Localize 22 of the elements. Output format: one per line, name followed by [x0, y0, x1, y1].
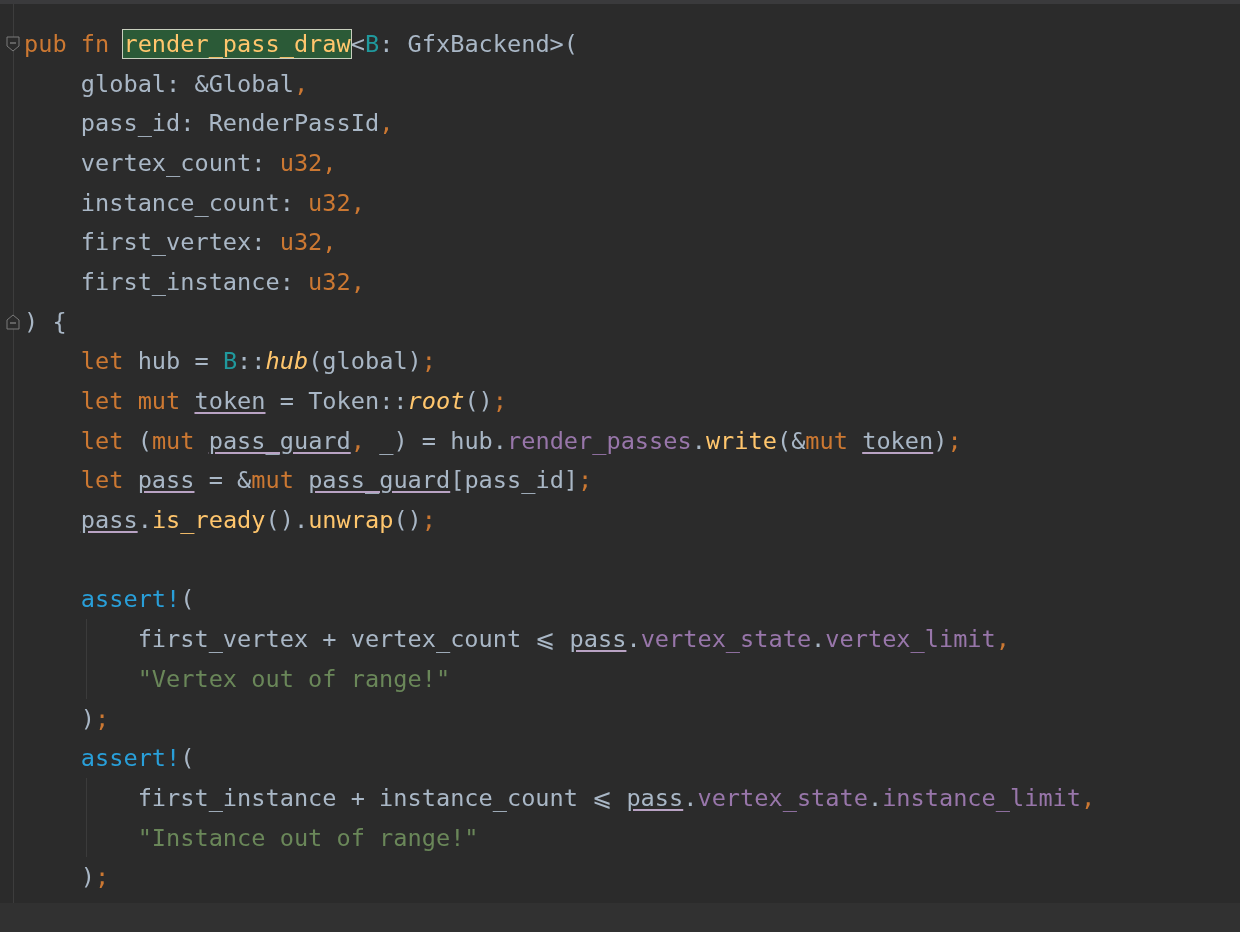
code-line: let (mut pass_guard, _) = hub.render_passes.write(&mut token);: [79, 425, 962, 457]
code-line: );: [79, 703, 110, 735]
code-line: first_vertex: u32,: [79, 227, 337, 259]
fold-icon[interactable]: [6, 35, 20, 52]
code-line: first_instance + instance_count ⩽ pass.vertex_state.instance_limit,: [136, 782, 1096, 814]
code-line: );: [79, 862, 110, 894]
code-line: "Vertex out of range!": [136, 663, 451, 695]
code-line: assert!(: [79, 743, 195, 775]
code-line: let mut token = Token::root();: [79, 386, 508, 418]
code-line: "Instance out of range!": [136, 822, 479, 854]
fold-icon[interactable]: [6, 313, 20, 330]
code-line: vertex_count: u32,: [79, 147, 337, 179]
code-line: instance_count: u32,: [79, 187, 365, 219]
code-line: first_instance: u32,: [79, 266, 365, 298]
code-line: assert!(: [79, 584, 195, 616]
code-line: let pass = &mut pass_guard[pass_id];: [79, 465, 593, 497]
code-line: let hub = B::hub(global);: [79, 346, 436, 378]
code-line: first_vertex + vertex_count ⩽ pass.vertex_state.vertex_limit,: [136, 624, 1010, 656]
code-line: pass.is_ready().unwrap();: [79, 505, 436, 537]
code-line: pass_id: RenderPassId,: [79, 108, 394, 140]
code-line: global: &Global,: [79, 68, 309, 100]
code-line: ) {: [24, 306, 67, 338]
